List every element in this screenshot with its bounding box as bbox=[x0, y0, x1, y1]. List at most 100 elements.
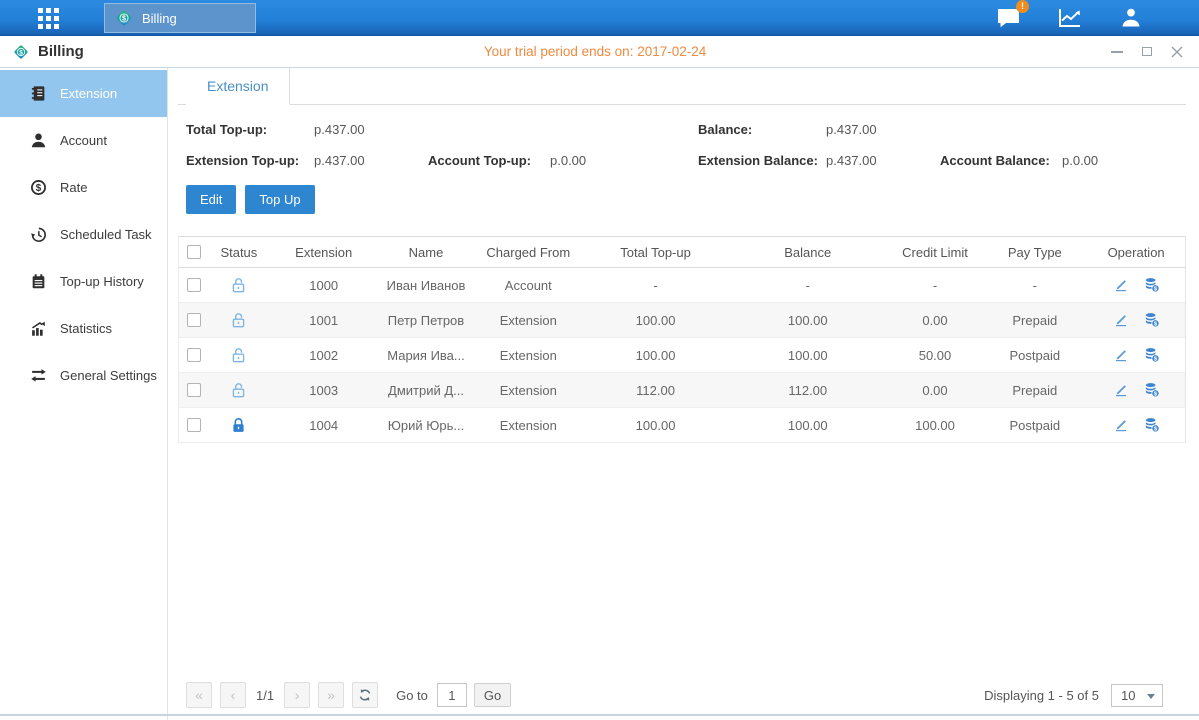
account-balance-value: p.0.00 bbox=[1062, 153, 1176, 168]
cell-charged-from: Extension bbox=[473, 313, 583, 328]
displaying-count: Displaying 1 - 5 of 5 bbox=[984, 688, 1099, 703]
cell-charged-from: Extension bbox=[473, 383, 583, 398]
minimize-icon[interactable] bbox=[1109, 44, 1125, 60]
sidebar: Extension Account $ Rate Scheduled Task bbox=[0, 68, 168, 720]
maximize-icon[interactable] bbox=[1139, 44, 1155, 60]
topup-coins-icon[interactable]: $ bbox=[1144, 382, 1160, 398]
topup-button[interactable]: Top Up bbox=[245, 185, 314, 214]
page-size-value: 10 bbox=[1121, 688, 1135, 703]
notification-badge: ! bbox=[1016, 0, 1029, 13]
svg-text:$: $ bbox=[122, 15, 126, 23]
messages-icon[interactable]: ! bbox=[993, 5, 1025, 31]
sidebar-item-account[interactable]: Account bbox=[0, 117, 167, 164]
edit-button[interactable]: Edit bbox=[186, 185, 236, 214]
summary-panel: Total Top-up: p.437.00 Extension Top-up:… bbox=[178, 105, 1186, 169]
goto-page-input[interactable] bbox=[437, 683, 467, 707]
topup-coins-icon[interactable]: $ bbox=[1144, 417, 1160, 433]
unlocked-icon[interactable] bbox=[230, 277, 247, 294]
refresh-button[interactable] bbox=[352, 682, 378, 708]
sidebar-item-rate[interactable]: $ Rate bbox=[0, 164, 167, 211]
balance-label: Balance: bbox=[698, 122, 826, 137]
edit-icon[interactable] bbox=[1113, 277, 1129, 293]
column-header-operation: Operation bbox=[1087, 245, 1185, 260]
window-title: Billing bbox=[38, 43, 84, 60]
cell-charged-from: Extension bbox=[473, 348, 583, 363]
sidebar-item-scheduled-task[interactable]: Scheduled Task bbox=[0, 211, 167, 258]
cell-name: Иван Иванов bbox=[379, 278, 474, 293]
tab-extension[interactable]: Extension bbox=[186, 68, 290, 105]
cell-credit-limit: 50.00 bbox=[888, 348, 983, 363]
edit-icon[interactable] bbox=[1113, 382, 1129, 398]
sidebar-item-extension[interactable]: Extension bbox=[0, 70, 167, 117]
rate-icon: $ bbox=[30, 179, 47, 196]
billing-diamond-icon: $ bbox=[12, 43, 30, 61]
locked-icon[interactable] bbox=[230, 417, 247, 434]
sidebar-item-general-settings[interactable]: General Settings bbox=[0, 352, 167, 399]
extension-topup-label: Extension Top-up: bbox=[186, 153, 314, 168]
tab-strip: Extension bbox=[178, 68, 1186, 105]
topup-coins-icon[interactable]: $ bbox=[1144, 277, 1160, 293]
table-row: 1000 Иван Иванов Account - - - - $ bbox=[179, 268, 1185, 303]
extension-table: Status Extension Name Charged From Total… bbox=[178, 236, 1186, 443]
unlocked-icon[interactable] bbox=[230, 347, 247, 364]
extension-icon bbox=[30, 85, 47, 102]
svg-text:$: $ bbox=[36, 183, 42, 194]
table-header-row: Status Extension Name Charged From Total… bbox=[179, 236, 1185, 268]
row-checkbox[interactable] bbox=[187, 278, 201, 292]
account-icon bbox=[30, 132, 47, 149]
row-checkbox[interactable] bbox=[187, 418, 201, 432]
first-page-button[interactable]: « bbox=[186, 682, 212, 708]
cell-pay-type: Postpaid bbox=[982, 348, 1087, 363]
cell-total-topup: 100.00 bbox=[583, 418, 728, 433]
last-page-button[interactable]: » bbox=[318, 682, 344, 708]
column-header-credit-limit: Credit Limit bbox=[888, 245, 983, 260]
row-checkbox[interactable] bbox=[187, 348, 201, 362]
extension-topup-value: p.437.00 bbox=[314, 153, 428, 168]
billing-app-tab[interactable]: $ Billing bbox=[104, 3, 256, 33]
select-all-checkbox[interactable] bbox=[187, 245, 201, 259]
app-grid-icon[interactable] bbox=[38, 8, 59, 29]
main-content: Extension Total Top-up: p.437.00 Extensi… bbox=[168, 68, 1199, 720]
cell-credit-limit: 100.00 bbox=[888, 418, 983, 433]
close-icon[interactable] bbox=[1169, 44, 1185, 60]
cell-total-topup: - bbox=[583, 278, 728, 293]
cell-charged-from: Account bbox=[473, 278, 583, 293]
monitor-chart-icon[interactable] bbox=[1054, 5, 1086, 31]
next-page-button[interactable]: › bbox=[284, 682, 310, 708]
account-balance-label: Account Balance: bbox=[940, 153, 1062, 168]
cell-balance: 112.00 bbox=[728, 383, 888, 398]
unlocked-icon[interactable] bbox=[230, 312, 247, 329]
edit-icon[interactable] bbox=[1113, 347, 1129, 363]
page-size-select[interactable]: 10 bbox=[1111, 684, 1163, 707]
previous-page-button[interactable]: ‹ bbox=[220, 682, 246, 708]
sidebar-item-label: General Settings bbox=[60, 368, 157, 383]
total-topup-value: p.437.00 bbox=[314, 122, 428, 137]
edit-icon[interactable] bbox=[1113, 417, 1129, 433]
cell-total-topup: 112.00 bbox=[583, 383, 728, 398]
sidebar-item-statistics[interactable]: Statistics bbox=[0, 305, 167, 352]
go-button[interactable]: Go bbox=[474, 683, 511, 707]
sidebar-item-label: Account bbox=[60, 133, 107, 148]
user-account-icon[interactable] bbox=[1115, 5, 1147, 31]
cell-name: Мария Ива... bbox=[379, 348, 474, 363]
row-checkbox[interactable] bbox=[187, 313, 201, 327]
cell-pay-type: - bbox=[982, 278, 1087, 293]
cell-name: Юрий Юрь... bbox=[379, 418, 474, 433]
column-header-name: Name bbox=[379, 245, 474, 260]
toolbar: Edit Top Up bbox=[186, 185, 1186, 214]
cell-name: Дмитрий Д... bbox=[379, 383, 474, 398]
column-header-pay-type: Pay Type bbox=[982, 245, 1087, 260]
cell-extension: 1003 bbox=[269, 383, 379, 398]
unlocked-icon[interactable] bbox=[230, 382, 247, 399]
topup-coins-icon[interactable]: $ bbox=[1144, 312, 1160, 328]
window-bottom-edge bbox=[0, 714, 1199, 716]
cell-balance: 100.00 bbox=[728, 418, 888, 433]
cell-pay-type: Postpaid bbox=[982, 418, 1087, 433]
billing-app-tab-label: Billing bbox=[142, 11, 177, 26]
sidebar-item-topup-history[interactable]: Top-up History bbox=[0, 258, 167, 305]
topup-coins-icon[interactable]: $ bbox=[1144, 347, 1160, 363]
edit-icon[interactable] bbox=[1113, 312, 1129, 328]
table-row: 1001 Петр Петров Extension 100.00 100.00… bbox=[179, 303, 1185, 338]
row-checkbox[interactable] bbox=[187, 383, 201, 397]
column-header-balance: Balance bbox=[728, 245, 888, 260]
